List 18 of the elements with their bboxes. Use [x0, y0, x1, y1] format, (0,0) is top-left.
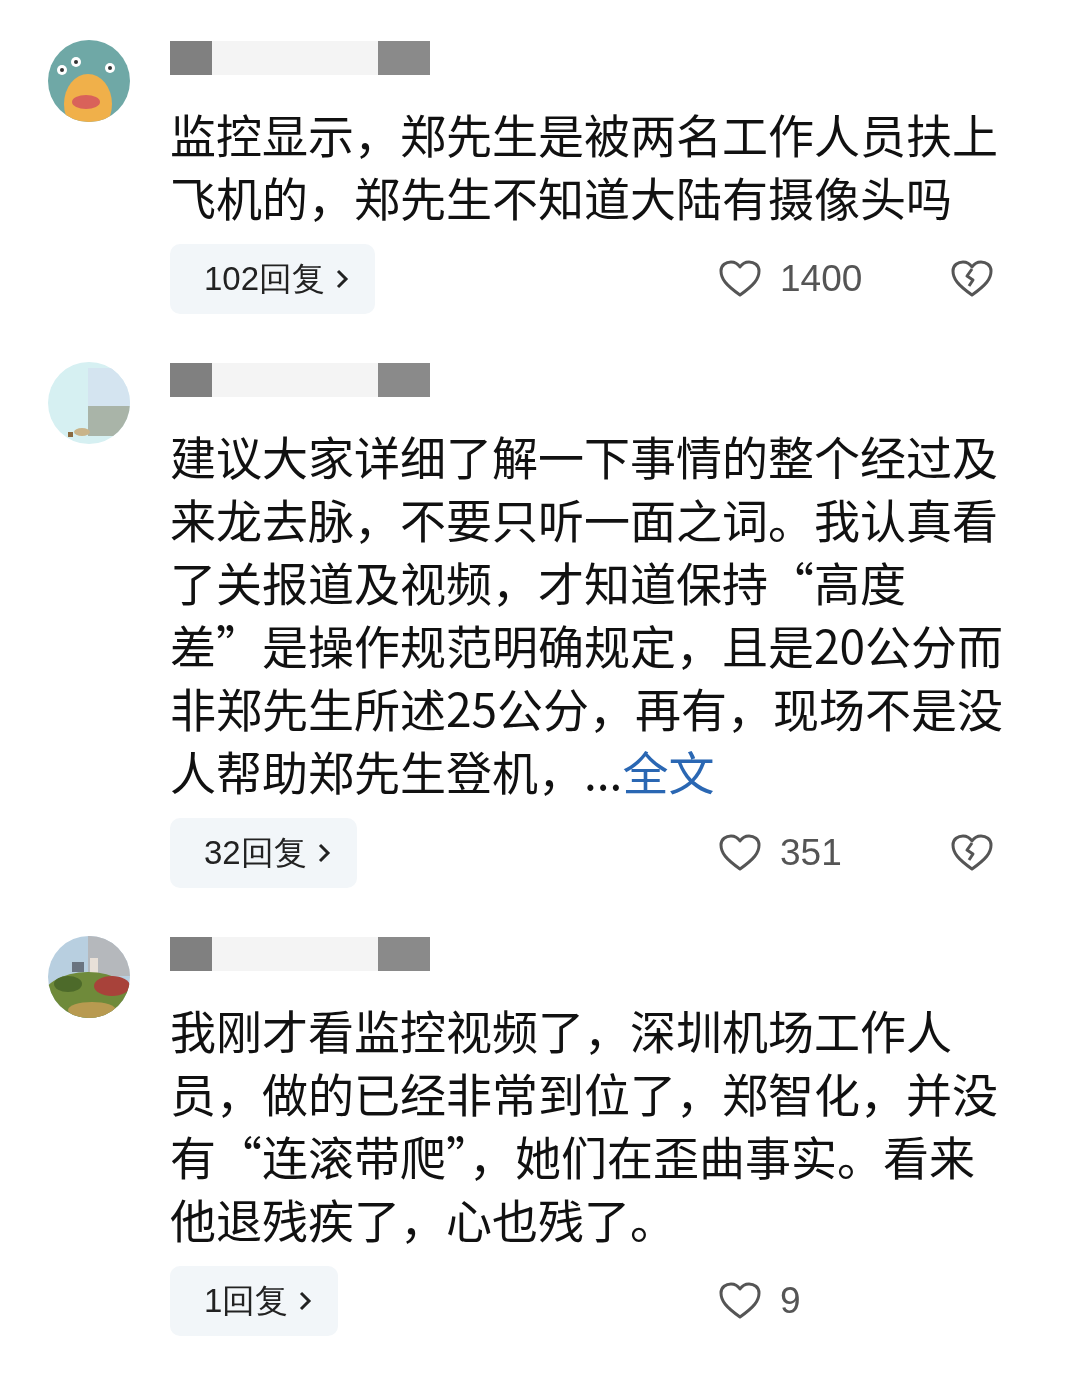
comment-text: 我刚才看监控视频了，深圳机场工作人员，做的已经非常到位了，郑智化，并没有“连滚带爬”，她们在歪曲事实。看来他退残疾了，心也残了。 — [170, 998, 999, 1250]
replies-button[interactable]: 1回复 — [170, 1266, 339, 1336]
like-count: 9 — [780, 1280, 802, 1322]
broken-heart-icon[interactable] — [950, 833, 994, 873]
heart-icon[interactable] — [718, 1281, 762, 1321]
chevron-icon — [298, 1290, 313, 1312]
heart-icon[interactable] — [718, 259, 762, 299]
comment-text: 建议大家详细了解一下事情的整个经过及来龙去脉，不要只听一面之词。我认真看了关报道及视频，才知道保持“高度差”是操作规范明确规定，且是20公分而非郑先生所述25公分，再有，现场不是没人帮助郑先生登机，...全文 — [170, 424, 1005, 802]
like-count: 1400 — [780, 258, 864, 300]
chevron-icon — [335, 268, 350, 290]
full-text-link[interactable]: 全文 — [622, 737, 715, 803]
chevron-icon — [316, 842, 331, 864]
broken-heart-icon[interactable] — [950, 259, 994, 299]
heart-icon[interactable] — [718, 833, 762, 873]
replies-button[interactable]: 102回复 — [170, 244, 376, 314]
replies-button[interactable]: 32回复 — [170, 818, 357, 888]
like-count: 351 — [780, 832, 843, 874]
comment-text: 监控显示，郑先生是被两名工作人员扶上飞机的，郑先生不知道大陆有摄像头吗 — [170, 102, 999, 228]
